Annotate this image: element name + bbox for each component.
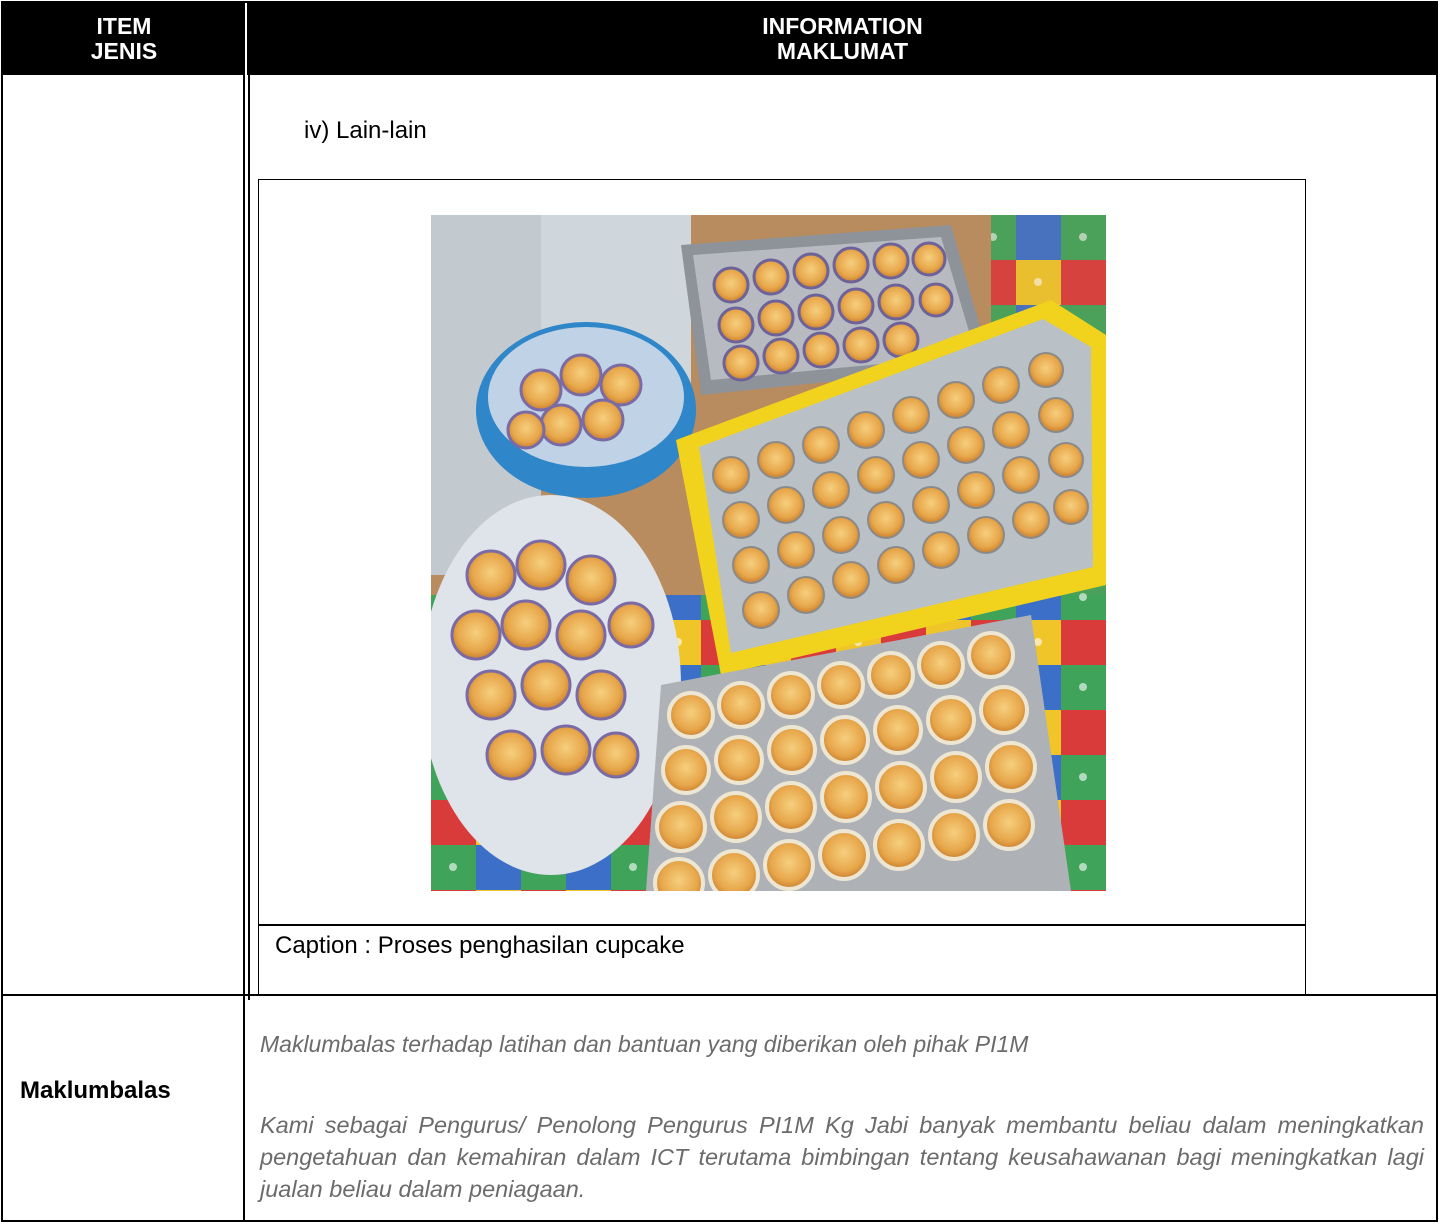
- cupcake-photo-illustration: [431, 215, 1106, 891]
- header-item-ms: JENIS: [90, 38, 158, 64]
- caption-divider: [259, 924, 1305, 926]
- column-divider-inner: [248, 75, 250, 1000]
- feedback-body: Kami sebagai Pengurus/ Penolong Pengurus…: [260, 1112, 1424, 1202]
- photo-frame: Caption : Proses penghasilan cupcake: [258, 179, 1306, 995]
- header-item-en: ITEM: [96, 13, 152, 39]
- section-subheading: iv) Lain-lain: [304, 117, 427, 144]
- feedback-label: Maklumbalas: [20, 1077, 171, 1104]
- header-info-cell: INFORMATION MAKLUMAT: [247, 3, 1438, 75]
- header-info-ms: MAKLUMAT: [776, 38, 909, 64]
- header-info-en: INFORMATION: [762, 13, 923, 39]
- cupcake-photo: [431, 215, 1106, 891]
- column-divider-left: [243, 75, 245, 1222]
- photo-caption: Caption : Proses penghasilan cupcake: [275, 932, 685, 959]
- feedback-lead: Maklumbalas terhadap latihan dan bantuan…: [260, 1031, 1029, 1057]
- header-item-cell: ITEM JENIS: [3, 3, 245, 75]
